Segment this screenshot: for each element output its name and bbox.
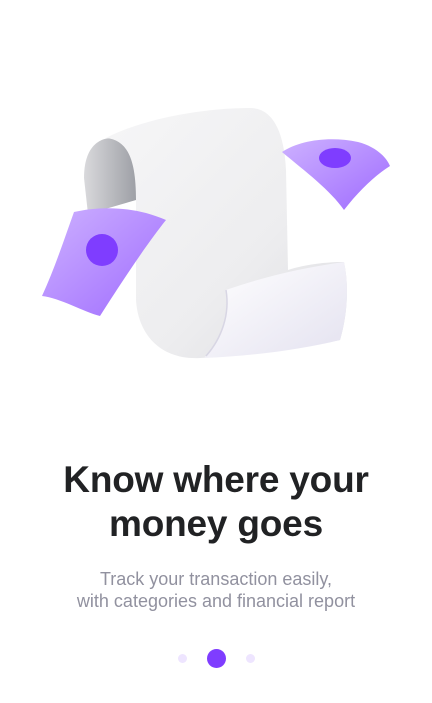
page-dot-3[interactable] xyxy=(245,653,255,663)
page-subtitle: Track your transaction easily, with cate… xyxy=(0,568,432,612)
onboarding-screen: Know where your money goes Track your tr… xyxy=(0,0,432,703)
receipt-with-money-icon xyxy=(42,108,390,359)
subtitle-line-2: with categories and financial report xyxy=(76,591,356,611)
title-line-1: Know where your xyxy=(63,459,369,500)
subtitle-line-1: Track your transaction easily, xyxy=(99,569,333,589)
page-dot-1[interactable] xyxy=(177,653,187,663)
page-title: Know where your money goes xyxy=(0,458,432,546)
page-dot-2-active[interactable] xyxy=(206,648,226,668)
title-line-2: money goes xyxy=(109,503,323,544)
page-indicator xyxy=(0,646,432,670)
